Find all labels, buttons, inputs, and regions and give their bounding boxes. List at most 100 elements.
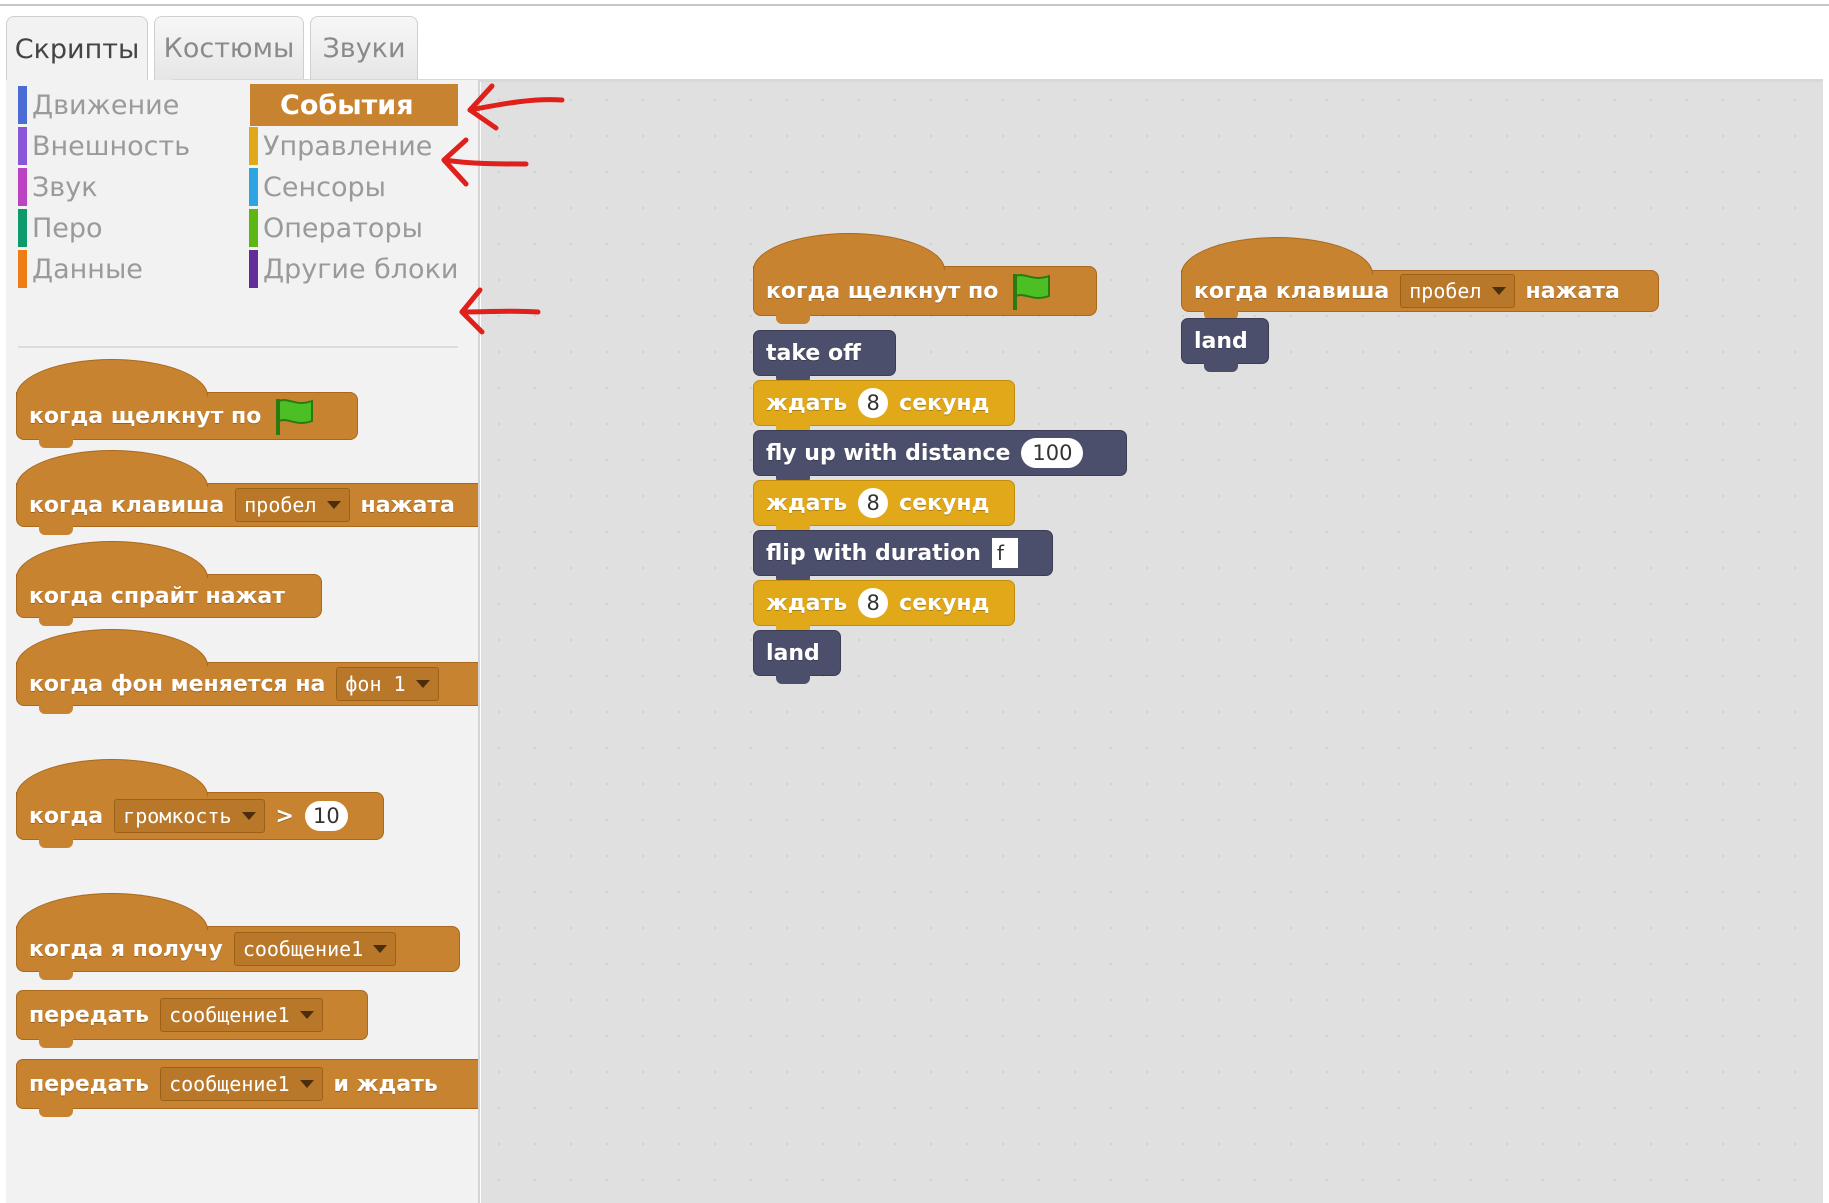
message-dropdown[interactable]: сообщение1: [160, 998, 323, 1032]
category-color-bar: [249, 209, 258, 247]
category-control[interactable]: Управление: [237, 125, 457, 167]
block-broadcast-and-wait[interactable]: передать сообщение1 и ждать: [16, 1059, 478, 1117]
block-text: нажата: [1525, 278, 1620, 304]
block-broadcast[interactable]: передать сообщение1: [16, 990, 368, 1048]
dropdown-arrow-icon: [299, 1080, 314, 1088]
key-dropdown[interactable]: пробел: [1400, 274, 1515, 308]
annotation-arrow-icon: [441, 137, 529, 187]
number-input[interactable]: 8: [858, 388, 889, 418]
block-text: передать: [29, 1002, 150, 1028]
block-text: flip with duration: [766, 540, 981, 566]
block-text: land: [1194, 328, 1248, 354]
tab-scripts[interactable]: Скрипты: [6, 16, 148, 82]
dropdown-arrow-icon: [299, 1011, 314, 1019]
category-color-bar: [249, 250, 258, 288]
category-sound[interactable]: Звук: [6, 166, 206, 208]
script-area[interactable]: когда щелкнут по take off ждать 8 секунд…: [481, 82, 1823, 1203]
block-text: ждать: [766, 490, 848, 516]
block-text: и ждать: [333, 1071, 438, 1097]
category-pen[interactable]: Перо: [6, 207, 206, 249]
tab-sounds[interactable]: Звуки: [310, 16, 418, 80]
number-input[interactable]: 10: [304, 801, 348, 831]
backdrop-dropdown[interactable]: фон 1: [336, 667, 439, 701]
hat-cap: [16, 450, 208, 487]
block-text: когда щелкнут по: [29, 403, 262, 429]
hat-cap: [1181, 237, 1373, 274]
block-nub: [39, 1107, 73, 1117]
dropdown-value: фон 1: [345, 672, 406, 696]
dropdown-value: сообщение1: [169, 1072, 290, 1096]
block-text: нажата: [360, 492, 455, 518]
block-when-key-pressed[interactable]: когда клавиша пробел нажата: [1181, 237, 1659, 320]
annotation-arrow-icon: [467, 83, 565, 131]
block-when-backdrop-switches[interactable]: когда фон меняется на фон 1: [16, 629, 478, 714]
category-color-bar: [18, 209, 27, 247]
operator-text: >: [275, 803, 294, 829]
dropdown-arrow-icon: [1491, 287, 1506, 295]
hat-cap: [16, 629, 208, 666]
block-text: секунд: [899, 590, 990, 616]
sensor-dropdown[interactable]: громкость: [114, 799, 265, 833]
block-nub: [39, 616, 73, 626]
category-looks[interactable]: Внешность: [6, 125, 206, 167]
category-sensing[interactable]: Сенсоры: [237, 166, 457, 208]
block-text: take off: [766, 340, 861, 366]
key-dropdown[interactable]: пробел: [235, 488, 350, 522]
hat-cap: [16, 359, 208, 396]
text-input[interactable]: f: [991, 538, 1018, 568]
category-more-blocks[interactable]: Другие блоки: [237, 248, 473, 290]
category-data[interactable]: Данные: [6, 248, 206, 290]
palette-divider: [18, 346, 458, 348]
category-color-bar: [18, 168, 27, 206]
category-label: Управление: [263, 130, 433, 162]
category-label: Перо: [32, 212, 103, 244]
block-when-sprite-clicked[interactable]: когда спрайт нажат: [16, 541, 322, 626]
block-wait-seconds[interactable]: ждать 8 секунд: [753, 380, 1015, 434]
number-input[interactable]: 8: [858, 588, 889, 618]
block-wait-seconds[interactable]: ждать 8 секунд: [753, 580, 1015, 634]
hat-cap: [16, 541, 208, 578]
block-flip[interactable]: flip with duration f: [753, 530, 1053, 584]
message-dropdown[interactable]: сообщение1: [160, 1067, 323, 1101]
block-take-off[interactable]: take off: [753, 330, 896, 384]
category-events[interactable]: События: [250, 84, 458, 126]
category-operators[interactable]: Операторы: [237, 207, 457, 249]
block-text: когда: [29, 803, 104, 829]
message-dropdown[interactable]: сообщение1: [233, 932, 397, 966]
block-when-flag-clicked[interactable]: когда щелкнут по: [753, 233, 1097, 324]
block-nub: [39, 838, 73, 848]
block-text: ждать: [766, 390, 848, 416]
block-text: когда спрайт нажат: [29, 583, 286, 609]
block-palette: Движение Внешность Звук Перо Данные Собы…: [6, 80, 480, 1203]
dropdown-arrow-icon: [241, 812, 256, 820]
block-text: ждать: [766, 590, 848, 616]
block-text: fly up with distance: [766, 440, 1011, 466]
block-when-sensor-greater[interactable]: когда громкость > 10: [16, 759, 384, 848]
block-when-i-receive[interactable]: когда я получу сообщение1: [16, 893, 460, 980]
tab-costumes[interactable]: Костюмы: [154, 16, 304, 80]
dropdown-arrow-icon: [415, 680, 430, 688]
category-motion[interactable]: Движение: [6, 84, 206, 126]
block-nub: [1204, 362, 1238, 372]
number-input[interactable]: 8: [858, 488, 889, 518]
category-label: Другие блоки: [263, 253, 459, 285]
category-color-bar: [18, 127, 27, 165]
dropdown-value: сообщение1: [169, 1003, 290, 1027]
block-nub: [776, 314, 810, 324]
category-label: Данные: [32, 253, 143, 285]
number-input[interactable]: 100: [1021, 438, 1084, 468]
block-land[interactable]: land: [753, 630, 841, 684]
block-land[interactable]: land: [1181, 318, 1269, 372]
dropdown-arrow-icon: [326, 501, 341, 509]
block-wait-seconds[interactable]: ждать 8 секунд: [753, 480, 1015, 534]
block-when-flag-clicked[interactable]: когда щелкнут по: [16, 359, 358, 448]
block-nub: [39, 438, 73, 448]
block-text: land: [766, 640, 820, 666]
block-text: когда я получу: [29, 936, 223, 962]
category-label: Сенсоры: [263, 171, 386, 203]
block-nub: [39, 970, 73, 980]
block-fly-up[interactable]: fly up with distance 100: [753, 430, 1127, 484]
category-color-bar: [18, 86, 27, 124]
block-when-key-pressed[interactable]: когда клавиша пробел нажата: [16, 450, 478, 535]
hat-cap: [753, 233, 945, 270]
